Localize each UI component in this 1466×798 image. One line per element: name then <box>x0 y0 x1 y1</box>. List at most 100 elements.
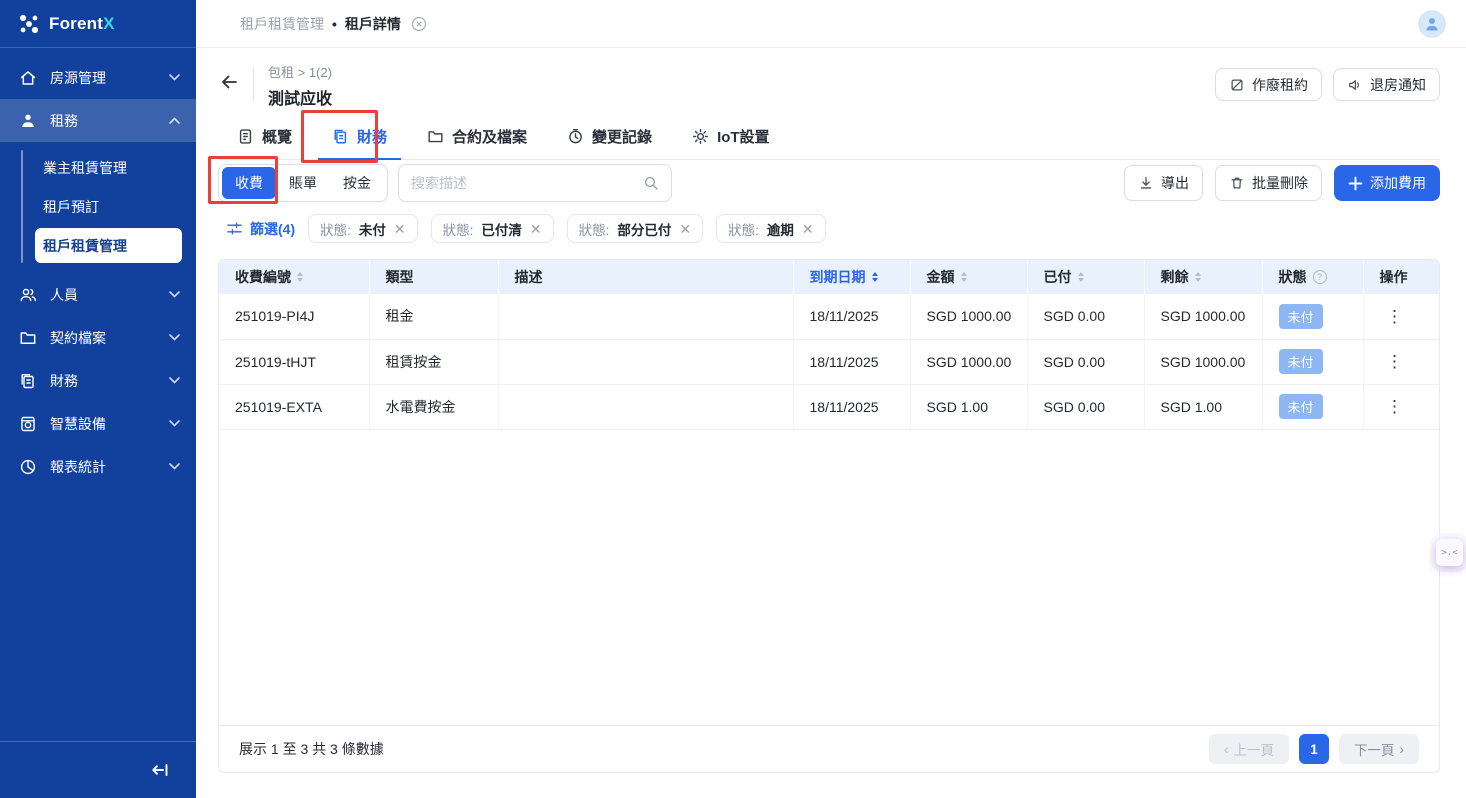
add-fee-button[interactable]: 添加費用 <box>1334 165 1440 201</box>
breadcrumb-current[interactable]: 租戶詳情 <box>345 14 401 34</box>
sort-icon[interactable] <box>297 272 303 282</box>
bulk-delete-button[interactable]: 批量刪除 <box>1215 165 1322 201</box>
tab-close-icon[interactable] <box>411 16 427 32</box>
cell-due-date: 18/11/2025 <box>793 294 910 339</box>
sidebar-subitem-tenant-lease[interactable]: 租戶租賃管理 <box>35 228 182 263</box>
remove-chip-icon[interactable]: ✕ <box>394 222 406 236</box>
person-icon <box>19 112 37 130</box>
cell-remaining: SGD 1000.00 <box>1144 294 1262 339</box>
page-header: 包租 > 1(2) 測試应收 作廢租約 退房通知 <box>218 62 1440 109</box>
filter-chip: 狀態:已付清 ✕ <box>431 214 554 243</box>
cell-charge-id: 251019-EXTA <box>219 384 369 429</box>
document-icon <box>237 128 254 145</box>
brand-logo[interactable]: ForentX <box>0 0 196 48</box>
sidebar-nav: 房源管理 租務 業主租賃管理 租戶預訂 租戶租賃管理 人員 <box>0 48 196 741</box>
col-actions: 操作 <box>1363 260 1440 294</box>
cell-type: 水電費按金 <box>369 384 498 429</box>
tab-iot-settings[interactable]: IoT設置 <box>692 126 770 147</box>
home-icon <box>19 69 37 87</box>
topbar: 租戶租賃管理 • 租戶詳情 <box>196 0 1466 48</box>
col-remaining[interactable]: 剩餘 <box>1144 260 1262 294</box>
cell-paid: SGD 0.00 <box>1027 384 1144 429</box>
user-avatar[interactable] <box>1418 10 1446 38</box>
row-menu-kebab-icon[interactable]: ⋮ <box>1380 353 1410 370</box>
col-charge-id[interactable]: 收費編號 <box>219 260 369 294</box>
back-button[interactable] <box>218 69 241 95</box>
void-lease-button[interactable]: 作廢租約 <box>1215 68 1322 101</box>
table-row: 251019-PI4J 租金 18/11/2025 SGD 1000.00 SG… <box>219 294 1440 339</box>
filter-sliders-icon <box>226 221 243 236</box>
chevron-down-icon <box>169 420 180 427</box>
sidebar-subitem-tenant-booking[interactable]: 租戶預訂 <box>35 187 182 226</box>
remove-chip-icon[interactable]: ✕ <box>679 222 691 236</box>
sidebar-item-properties[interactable]: 房源管理 <box>0 56 196 99</box>
sidebar-subitem-owner-lease[interactable]: 業主租賃管理 <box>35 148 182 187</box>
filter-chip: 狀態:部分已付 ✕ <box>567 214 704 243</box>
row-menu-kebab-icon[interactable]: ⋮ <box>1380 308 1410 325</box>
subtab-deposits[interactable]: 按金 <box>330 167 384 199</box>
search-icon <box>643 175 659 191</box>
sidebar-submenu-tenancy: 業主租賃管理 租戶預訂 租戶租賃管理 <box>0 142 196 273</box>
remove-chip-icon[interactable]: ✕ <box>802 222 814 236</box>
cell-actions: ⋮ <box>1363 339 1440 384</box>
current-page-button[interactable]: 1 <box>1299 734 1329 764</box>
breadcrumb-parent[interactable]: 租戶租賃管理 <box>240 14 324 34</box>
tab-overview[interactable]: 概覽 <box>237 126 292 147</box>
lease-breadcrumb: 包租 > 1(2) <box>268 62 332 81</box>
sidebar-item-reports[interactable]: 報表統計 <box>0 445 196 488</box>
filter-chip: 狀態:未付 ✕ <box>308 214 418 243</box>
row-menu-kebab-icon[interactable]: ⋮ <box>1380 398 1410 415</box>
sort-icon[interactable] <box>1195 272 1201 282</box>
chevron-down-icon <box>169 291 180 298</box>
charges-table-card: 收費編號 類型 描述 到期日期 金額 已付 剩餘 狀態? 操作 251019-P… <box>218 259 1440 773</box>
next-page-button[interactable]: 下一頁 › <box>1339 734 1419 764</box>
tab-finance[interactable]: 財務 <box>332 126 387 147</box>
sort-icon[interactable] <box>1078 272 1084 282</box>
cell-due-date: 18/11/2025 <box>793 339 910 384</box>
pie-chart-icon <box>19 458 37 476</box>
table-empty-area <box>219 430 1439 726</box>
charge-type-segmented: 收費 賬單 按金 <box>218 164 388 202</box>
sidebar-item-finance[interactable]: 財務 <box>0 359 196 402</box>
page-title: 測試应收 <box>268 85 332 109</box>
export-button[interactable]: 導出 <box>1124 165 1203 201</box>
trash-icon <box>1229 175 1245 191</box>
tab-change-log[interactable]: 變更記錄 <box>567 126 652 147</box>
search-input[interactable] <box>411 175 643 191</box>
cell-description <box>498 339 793 384</box>
sort-icon[interactable] <box>961 272 967 282</box>
sidebar-item-smart-devices[interactable]: 智慧設備 <box>0 402 196 445</box>
search-box <box>398 164 672 202</box>
filter-row: 篩選(4) 狀態:未付 ✕ 狀態:已付清 ✕ 狀態:部分已付 ✕ 狀態:逾期 ✕ <box>218 214 1440 243</box>
chevron-right-icon: › <box>1400 742 1405 757</box>
table-row: 251019-tHJT 租賃按金 18/11/2025 SGD 1000.00 … <box>219 339 1440 384</box>
documents-icon <box>332 128 349 145</box>
folder-icon <box>19 329 37 347</box>
assistant-widget[interactable]: >.< <box>1436 539 1463 566</box>
sort-icon[interactable] <box>872 272 878 282</box>
sidebar-item-label: 房源管理 <box>50 68 156 88</box>
col-status: 狀態? <box>1262 260 1363 294</box>
sidebar-item-tenancy[interactable]: 租務 <box>0 99 196 142</box>
brand-x-icon <box>18 13 40 35</box>
col-paid[interactable]: 已付 <box>1027 260 1144 294</box>
filter-toggle[interactable]: 篩選(4) <box>226 219 295 239</box>
table-footer: 展示 1 至 3 共 3 條數據 ‹ 上一頁 1 下一頁 › <box>219 725 1439 772</box>
help-icon[interactable]: ? <box>1313 270 1327 284</box>
subtab-bills[interactable]: 賬單 <box>276 167 330 199</box>
checkout-notice-button[interactable]: 退房通知 <box>1333 68 1440 101</box>
sidebar-item-contracts[interactable]: 契約檔案 <box>0 316 196 359</box>
remove-chip-icon[interactable]: ✕ <box>530 222 542 236</box>
col-due-date[interactable]: 到期日期 <box>793 260 910 294</box>
chevron-up-icon <box>169 117 180 124</box>
status-badge: 未付 <box>1279 394 1323 419</box>
sidebar-item-people[interactable]: 人員 <box>0 273 196 316</box>
folder-icon <box>427 128 444 145</box>
plus-icon <box>1348 176 1363 191</box>
prev-page-button[interactable]: ‹ 上一頁 <box>1209 734 1289 764</box>
collapse-sidebar-icon[interactable] <box>150 761 170 779</box>
void-document-icon <box>1229 77 1245 93</box>
col-amount[interactable]: 金額 <box>910 260 1027 294</box>
tab-contracts-files[interactable]: 合約及檔案 <box>427 126 527 147</box>
subtab-charges[interactable]: 收費 <box>222 167 276 199</box>
